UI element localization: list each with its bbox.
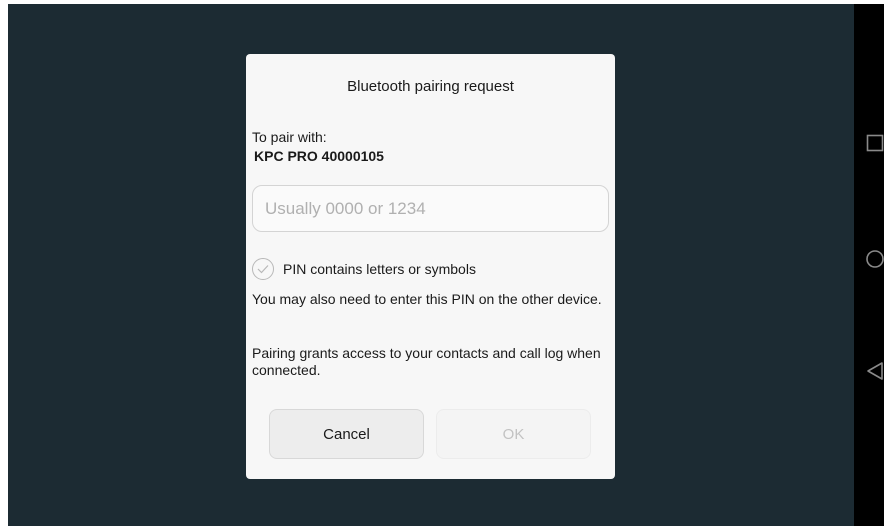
cancel-button[interactable]: Cancel [269,409,424,459]
pin-input[interactable] [252,185,609,232]
back-icon[interactable] [864,360,884,382]
bluetooth-pairing-dialog: Bluetooth pairing request To pair with: … [246,54,615,479]
pair-with-label: To pair with: [252,129,327,145]
pin-letters-label: PIN contains letters or symbols [283,261,476,277]
info-access: Pairing grants access to your contacts a… [252,345,601,378]
dialog-title: Bluetooth pairing request [347,78,514,95]
ok-button[interactable]: OK [436,409,591,459]
navigation-bar [854,4,884,526]
pin-letters-checkbox[interactable]: PIN contains letters or symbols [252,258,476,280]
info-pin-other-device: You may also need to enter this PIN on t… [252,291,602,307]
home-icon[interactable] [864,248,884,270]
checkmark-circle-icon[interactable] [252,258,274,280]
device-name: KPC PRO 40000105 [254,148,384,164]
recent-apps-icon[interactable] [864,132,884,154]
